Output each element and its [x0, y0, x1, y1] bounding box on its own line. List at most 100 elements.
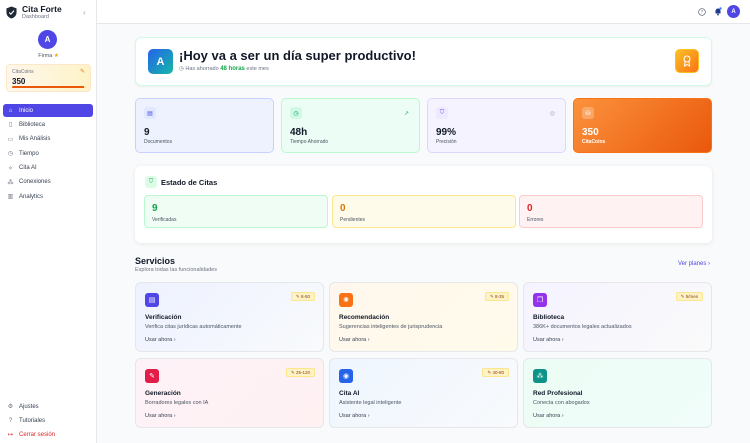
coins-progress — [12, 86, 86, 88]
nav-item-conexiones[interactable]: ⁂ Conexiones — [3, 176, 93, 189]
cost-badge: ✎ 8-35 — [484, 292, 509, 301]
stat-card-precision[interactable]: ⛉ ◎ 99% Precisión — [427, 98, 566, 153]
notification-icon[interactable] — [713, 7, 722, 16]
collapse-sidebar-icon[interactable]: ‹ — [83, 8, 86, 17]
estado-value: 0 — [527, 203, 533, 214]
lightbulb-icon: ✺ — [339, 293, 353, 307]
cost-badge: ✎ 5/mes — [675, 292, 703, 301]
nav-label: Cita AI — [19, 165, 37, 172]
welcome-title: ¡Hoy va a ser un día super productivo! — [179, 48, 416, 63]
use-now-label: Usar ahora — [145, 337, 173, 343]
card-title: Cita AI — [339, 390, 360, 397]
logout-button[interactable]: ↦ Cerrar sesión — [3, 428, 93, 441]
use-now-label: Usar ahora — [533, 337, 561, 343]
ver-planes-link[interactable]: Ver planes › — [678, 261, 710, 267]
nav-item-mis-analisis[interactable]: ▭ Mis Análisis — [3, 133, 93, 146]
app-name: Cita Forte — [22, 4, 62, 14]
stat-label: Tiempo Ahorrado — [290, 139, 329, 145]
card-desc: Asistente legal inteligente — [339, 400, 402, 406]
estado-errores[interactable]: 0 Errores — [519, 195, 703, 228]
stat-label: CitaCoins — [582, 139, 606, 145]
card-desc: 386K+ documentos legales actualizados — [533, 324, 632, 330]
chevron-right-icon: › — [561, 337, 564, 343]
stat-value: 350 — [582, 127, 599, 138]
chevron-right-icon: › — [561, 413, 564, 419]
estado-pendientes[interactable]: 0 Pendientes — [332, 195, 516, 228]
document-icon: ▤ — [144, 107, 156, 119]
nav-item-inicio[interactable]: ⌂ Inicio — [3, 104, 93, 117]
service-card-generacion[interactable]: ✎ ✎ 25-120 Generación Borradores legales… — [135, 358, 324, 428]
star-icon: ★ — [53, 53, 59, 59]
trend-up-icon: ↗ — [403, 111, 409, 117]
chevron-right-icon: › — [367, 337, 370, 343]
logout-icon: ↦ — [7, 432, 14, 439]
use-now-link[interactable]: Usar ahora › — [145, 413, 176, 419]
hours-saved: 48 horas — [220, 66, 245, 72]
shield-icon: ⛉ — [145, 176, 157, 188]
welcome-sub-pre: Has ahorrado — [185, 66, 219, 72]
stat-card-documentos[interactable]: ▤ 9 Documentos — [135, 98, 274, 153]
service-card-cita-ai[interactable]: ◉ ✎ 40-80 Cita AI Asistente legal inteli… — [329, 358, 518, 428]
tag-icon: ✎ — [79, 69, 85, 75]
coins-label: CitaCoins — [12, 69, 34, 75]
nav-label: Cerrar sesión — [19, 431, 56, 438]
use-now-link[interactable]: Usar ahora › — [339, 337, 370, 343]
home-icon: ⌂ — [8, 107, 13, 114]
welcome-subtitle: ◷ Has ahorrado 48 horas este mes — [179, 66, 269, 72]
brand[interactable]: Cita Forte Dashboard — [6, 5, 62, 20]
stat-label: Documentos — [144, 139, 173, 145]
header-avatar[interactable]: A — [727, 5, 740, 18]
shield-icon: ⛉ — [436, 107, 448, 119]
shield-logo-icon — [6, 6, 17, 19]
service-card-biblioteca[interactable]: ❐ ✎ 5/mes Biblioteca 386K+ documentos le… — [523, 282, 712, 352]
cost-badge-label: 25-120 — [295, 370, 310, 375]
card-title: Biblioteca — [533, 314, 565, 321]
estado-label: Verificadas — [152, 217, 177, 223]
cost-badge-label: 5/mes — [685, 294, 698, 299]
welcome-banner: A ¡Hoy va a ser un día super productivo!… — [135, 37, 712, 86]
estado-value: 0 — [340, 203, 346, 214]
nav-item-biblioteca[interactable]: ▯ Biblioteca — [3, 118, 93, 131]
chevron-right-icon: › — [173, 413, 176, 419]
coins-card[interactable]: CitaCoins 350 ✎ — [6, 64, 91, 92]
nav-item-ajustes[interactable]: ⚙ Ajustes — [3, 400, 93, 413]
stat-value: 99% — [436, 127, 457, 138]
coins-progress-fill — [12, 86, 84, 88]
cost-badge-label: 8-35 — [494, 294, 504, 299]
nav-item-tutoriales[interactable]: ? Tutoriales — [3, 414, 93, 427]
cost-badge-label: 40-80 — [492, 370, 504, 375]
card-title: Generación — [145, 390, 181, 397]
award-icon[interactable] — [675, 49, 699, 73]
clock-icon: ◷ — [290, 107, 302, 119]
service-card-verificacion[interactable]: ▤ ✎ 8-50 Verificación Verifica citas jur… — [135, 282, 324, 352]
estado-verificadas[interactable]: 9 Verificadas — [144, 195, 328, 228]
use-now-label: Usar ahora — [145, 413, 173, 419]
stat-card-tiempo[interactable]: ◷ ↗ 48h Tiempo Ahorrado — [281, 98, 420, 153]
nav-item-cita-ai[interactable]: ✧ Cita AI — [3, 162, 93, 175]
help-circle-icon[interactable]: ? — [697, 7, 706, 16]
nav-label: Tiempo — [19, 150, 39, 157]
use-now-link[interactable]: Usar ahora › — [145, 337, 176, 343]
card-title: Red Profesional — [533, 390, 583, 397]
stat-value: 9 — [144, 127, 150, 138]
nav-item-tiempo[interactable]: ◷ Tiempo — [3, 147, 93, 160]
coins-value: 350 — [12, 77, 26, 86]
service-card-recomendacion[interactable]: ✺ ✎ 8-35 Recomendación Sugerencias intel… — [329, 282, 518, 352]
user-avatar[interactable]: A — [38, 30, 57, 49]
use-now-link[interactable]: Usar ahora › — [339, 413, 370, 419]
use-now-link[interactable]: Usar ahora › — [533, 337, 564, 343]
use-now-link[interactable]: Usar ahora › — [533, 413, 564, 419]
chevron-right-icon: › — [173, 337, 176, 343]
service-card-red-profesional[interactable]: ⁂ Red Profesional Conecta con abogados U… — [523, 358, 712, 428]
bar-chart-icon: ▥ — [7, 194, 14, 201]
use-now-label: Usar ahora — [533, 413, 561, 419]
sparkle-icon: ✧ — [7, 165, 14, 172]
nav-item-analytics[interactable]: ▥ Analytics — [3, 190, 93, 203]
nav-label: Inicio — [19, 107, 34, 114]
stat-card-citacoins[interactable]: ⛁ 350 CitaCoins — [573, 98, 712, 153]
card-title: Recomendación — [339, 314, 390, 321]
pen-tool-icon: ✎ — [145, 369, 159, 383]
estado-value: 9 — [152, 203, 158, 214]
help-icon: ? — [8, 417, 13, 424]
use-now-label: Usar ahora — [339, 413, 367, 419]
